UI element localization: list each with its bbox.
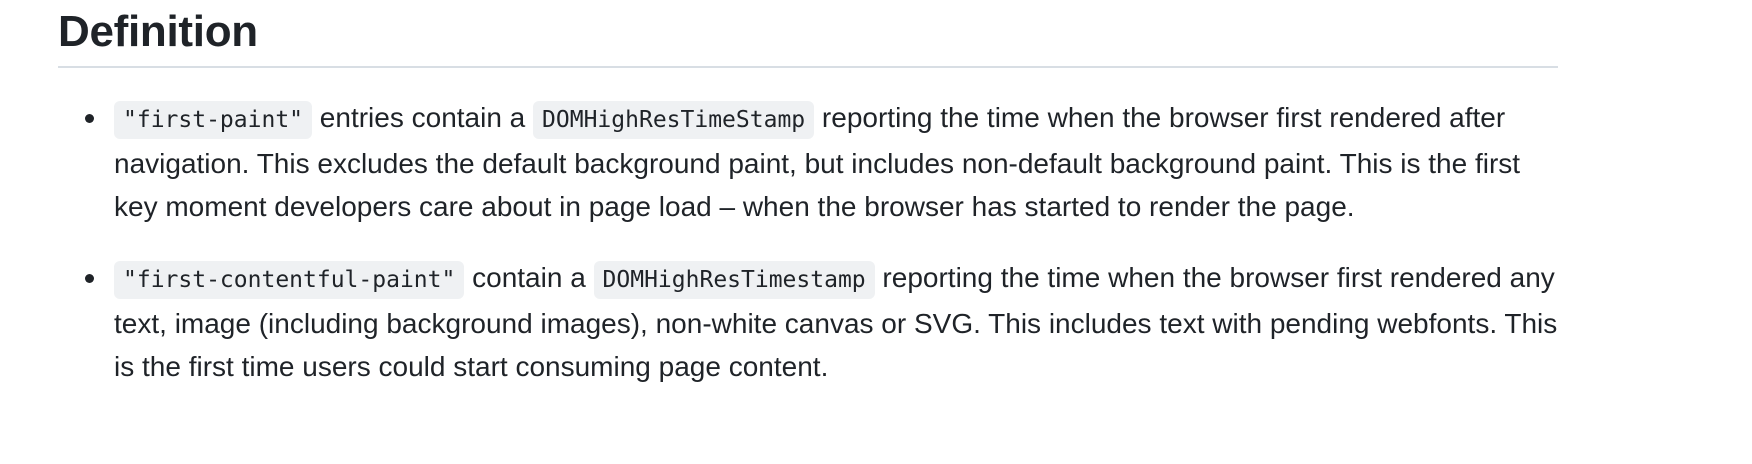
list-item: "first-contentful-paint" contain a DOMHi…: [58, 256, 1558, 388]
bullet-icon: [85, 274, 94, 283]
section-heading: Definition: [58, 0, 1558, 68]
inline-code: "first-paint": [114, 101, 313, 139]
list-item-text: contain a: [464, 262, 594, 293]
list-item: "first-paint" entries contain a DOMHighR…: [58, 96, 1558, 228]
bullet-icon: [85, 114, 94, 123]
definition-list: "first-paint" entries contain a DOMHighR…: [58, 96, 1558, 416]
inline-code: DOMHighResTimestamp: [593, 261, 875, 299]
inline-code: DOMHighResTimeStamp: [533, 101, 815, 139]
inline-code: "first-contentful-paint": [114, 261, 465, 299]
markdown-content: Definition "first-paint" entries contain…: [58, 0, 1558, 382]
list-item-text: entries contain a: [312, 102, 534, 133]
